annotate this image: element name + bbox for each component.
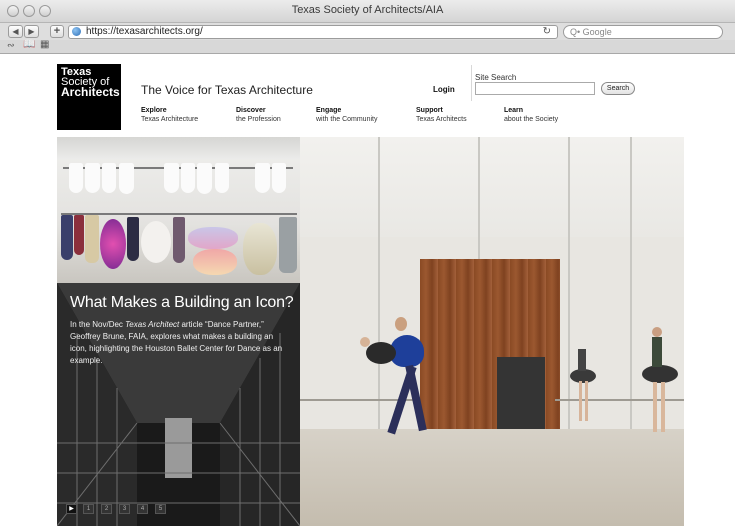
header-divider: [471, 65, 472, 101]
reading-list-icon[interactable]: ∾: [7, 40, 15, 51]
search-placeholder: Google: [582, 27, 612, 37]
nav-subtitle: the Profession: [236, 116, 281, 123]
browser-search-field[interactable]: Q• Google: [563, 25, 723, 39]
reload-icon[interactable]: ↻: [543, 26, 551, 38]
nav-subtitle: Texas Architects: [416, 116, 467, 123]
site-search-label: Site Search: [475, 73, 517, 82]
search-button[interactable]: Search: [601, 82, 635, 95]
slide-5-button[interactable]: 5: [155, 504, 166, 514]
dancer: [642, 365, 678, 383]
dance-studio-photo: [300, 137, 684, 526]
ceiling: [57, 137, 300, 159]
address-bar[interactable]: https://texasarchitects.org/ ↻: [68, 25, 558, 39]
webpage: Texas Society of Architects The Voice fo…: [0, 54, 735, 530]
top-sites-icon[interactable]: ▦: [40, 39, 49, 50]
window-title: Texas Society of Architects/AIA: [291, 4, 444, 16]
url-text: https://texasarchitects.org/: [86, 26, 203, 37]
nav-subtitle: with the Community: [316, 116, 378, 123]
browser-toolbar: ◀ ▶ + https://texasarchitects.org/ ↻ Q• …: [0, 23, 735, 40]
nav-discover[interactable]: Discover the Profession: [236, 106, 281, 124]
nav-title: Engage: [316, 107, 342, 114]
nav-title: Learn: [504, 107, 524, 114]
forward-icon: ▶: [28, 27, 35, 36]
nav-title: Discover: [236, 107, 266, 114]
nav-learn[interactable]: Learn about the Society: [504, 106, 558, 124]
login-link[interactable]: Login: [433, 85, 455, 94]
site-search-input[interactable]: [475, 82, 595, 95]
slide-3-button[interactable]: 3: [119, 504, 130, 514]
nav-engage[interactable]: Engage with the Community: [316, 106, 377, 124]
nav-title: Support: [416, 107, 443, 114]
bookmarks-icon[interactable]: 📖: [23, 39, 35, 50]
add-icon: +: [53, 25, 61, 37]
site-tagline: The Voice for Texas Architecture: [141, 83, 313, 97]
logo-line-3: Architects: [61, 85, 120, 99]
nav-subtitle: Texas Architecture: [141, 116, 199, 123]
globe-icon: [72, 27, 81, 36]
hero-slideshow[interactable]: What Makes a Building an Icon? In the No…: [57, 137, 684, 526]
costume-room-photo: [57, 137, 300, 283]
feature-body-1: In the Nov/Dec: [70, 320, 126, 329]
site-logo[interactable]: Texas Society of Architects: [57, 64, 121, 130]
forward-button[interactable]: ▶: [24, 25, 39, 38]
slide-4-button[interactable]: 4: [137, 504, 148, 514]
slide-1-button[interactable]: 1: [83, 504, 94, 514]
nav-explore[interactable]: Explore Texas Architecture: [141, 106, 198, 124]
feature-body-italic: Texas Architect: [125, 320, 180, 329]
studio-ceiling: [300, 137, 684, 237]
bookmarks-bar: ∾ 📖 ▦: [0, 39, 735, 54]
play-button[interactable]: ▶: [66, 504, 77, 514]
studio-door: [497, 357, 545, 429]
studio-floor: [300, 429, 684, 526]
nav-title: Explore: [141, 107, 167, 114]
back-icon: ◀: [12, 27, 19, 36]
window-titlebar: Texas Society of Architects/AIA: [0, 0, 735, 23]
feature-description: In the Nov/Dec Texas Architect article “…: [70, 319, 292, 367]
slide-2-button[interactable]: 2: [101, 504, 112, 514]
add-bookmark-button[interactable]: +: [50, 25, 64, 38]
back-button[interactable]: ◀: [8, 25, 23, 38]
feature-title[interactable]: What Makes a Building an Icon?: [70, 294, 295, 312]
nav-support[interactable]: Support Texas Architects: [416, 106, 467, 124]
nav-subtitle: about the Society: [504, 116, 559, 123]
search-prefix-icon: Q•: [570, 27, 581, 37]
